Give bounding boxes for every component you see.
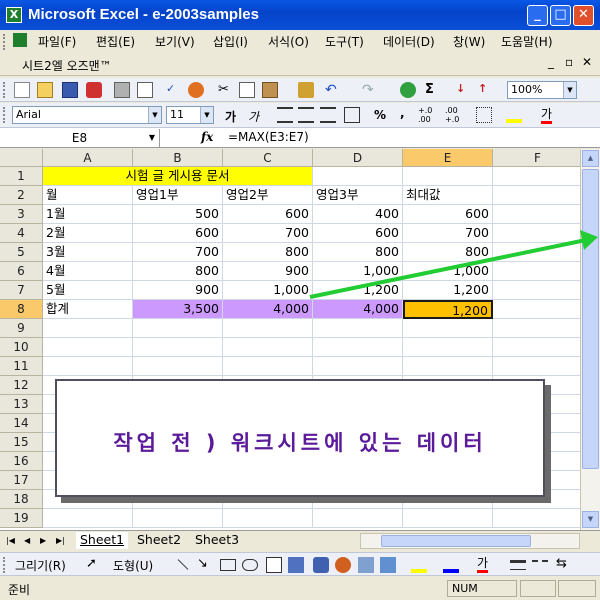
status-pane [558, 580, 596, 597]
select-objects-icon[interactable]: ➚ [86, 556, 97, 571]
line-style-icon[interactable] [510, 560, 526, 570]
toolbar-grip[interactable] [3, 557, 6, 573]
fill-color-icon[interactable] [411, 557, 427, 573]
status-bar: 준비 NUM [0, 577, 600, 600]
picture-file-icon[interactable] [380, 557, 396, 573]
status-ready: 준비 [8, 583, 31, 597]
wordart-icon[interactable] [288, 557, 304, 573]
arrow-tool-icon[interactable]: ↘ [197, 556, 208, 571]
line-icon[interactable] [177, 559, 189, 570]
line-color-icon[interactable] [443, 557, 459, 573]
arrow-head [580, 230, 598, 250]
font-color-button[interactable]: 가 [477, 556, 489, 573]
sheet-tabs-bar: |◀ ◀ ▶ ▶| Sheet1 Sheet2 Sheet3 [0, 530, 600, 550]
tab-sheet2[interactable]: Sheet2 [133, 532, 185, 549]
status-pane [520, 580, 556, 597]
rectangle-icon[interactable] [220, 559, 236, 571]
annotation-arrow [309, 230, 598, 299]
arrow-style-icon[interactable]: ⇆ [556, 556, 567, 571]
draw-menu-button[interactable]: 그리기(R) [15, 557, 66, 574]
autoshapes-menu-button[interactable]: 도형(U) [113, 557, 153, 574]
horizontal-scrollbar[interactable] [360, 533, 580, 549]
tab-sheet1[interactable]: Sheet1 [76, 532, 129, 549]
num-lock-label: NUM [452, 582, 478, 595]
next-sheet-icon[interactable]: ▶ [40, 536, 46, 545]
text-box-icon[interactable] [266, 557, 282, 573]
prev-sheet-icon[interactable]: ◀ [24, 536, 30, 545]
tab-sheet3[interactable]: Sheet3 [191, 532, 243, 549]
diagram-icon[interactable] [313, 557, 329, 573]
drawing-toolbar: 그리기(R) ➚ 도형(U) ↘ 가 ⇆ [0, 552, 600, 576]
oval-icon[interactable] [242, 559, 258, 571]
num-lock-indicator: NUM [447, 580, 517, 597]
clipart-icon[interactable] [335, 557, 351, 573]
last-sheet-icon[interactable]: ▶| [56, 536, 65, 545]
horizontal-scroll-thumb[interactable] [381, 535, 531, 547]
arrow-line [309, 238, 587, 299]
picture-icon[interactable] [358, 557, 374, 573]
dash-style-icon[interactable] [532, 560, 548, 570]
first-sheet-icon[interactable]: |◀ [6, 536, 15, 545]
